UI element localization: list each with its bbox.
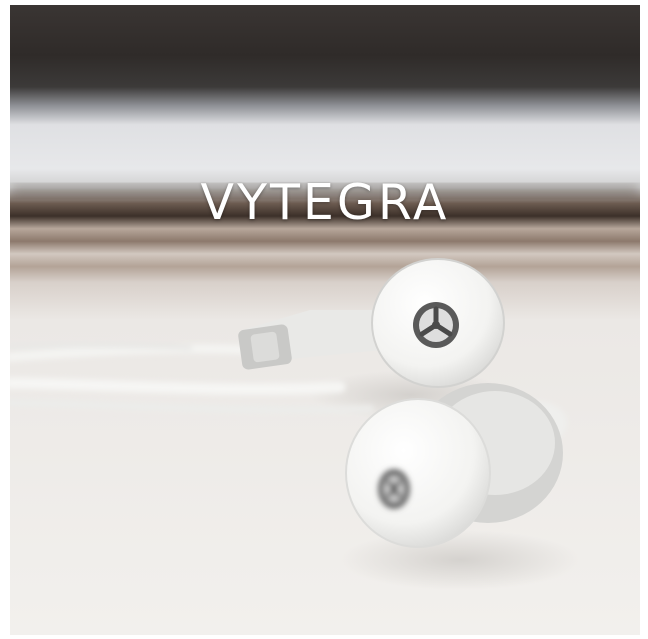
earbuds-photo: [10, 5, 640, 635]
shadow: [340, 530, 580, 590]
headline-text: VYTEGRA: [200, 174, 450, 231]
photo-frame: VYTEGRA: [10, 5, 640, 635]
grille-icon: [378, 469, 410, 509]
